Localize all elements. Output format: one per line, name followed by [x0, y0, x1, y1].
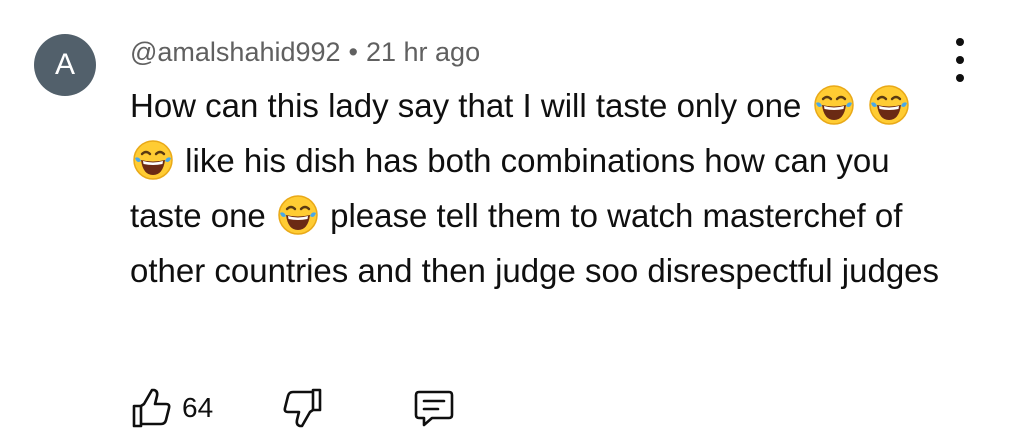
menu-dot — [956, 56, 964, 64]
dislike-button[interactable] — [280, 386, 324, 430]
meta-separator: • — [348, 37, 358, 67]
like-button[interactable]: 64 — [130, 386, 213, 430]
face-with-tears-of-joy-icon — [868, 85, 909, 125]
more-vert-icon[interactable] — [942, 38, 978, 82]
comment-timestamp: 21 hr ago — [366, 37, 481, 67]
comment-action-bar: 64 — [130, 380, 490, 432]
avatar[interactable]: A — [34, 34, 96, 96]
face-with-tears-of-joy-icon — [133, 140, 173, 180]
thumbs-up-icon — [132, 388, 171, 428]
face-with-tears-of-joy-icon — [813, 85, 854, 125]
like-count: 64 — [182, 392, 214, 423]
comment-header: @amalshahid992 • 21 hr ago — [130, 32, 480, 72]
menu-dot — [956, 74, 964, 82]
author-handle[interactable]: @amalshahid992 — [130, 37, 341, 67]
menu-dot — [956, 38, 964, 46]
comment-segment: How can this lady say that I will taste … — [130, 87, 802, 124]
reply-button[interactable] — [412, 386, 456, 430]
comment-text: How can this lady say that I will taste … — [130, 78, 950, 298]
reply-icon — [414, 390, 454, 427]
thumbs-down-icon — [283, 388, 322, 428]
face-with-tears-of-joy-icon — [278, 195, 318, 235]
